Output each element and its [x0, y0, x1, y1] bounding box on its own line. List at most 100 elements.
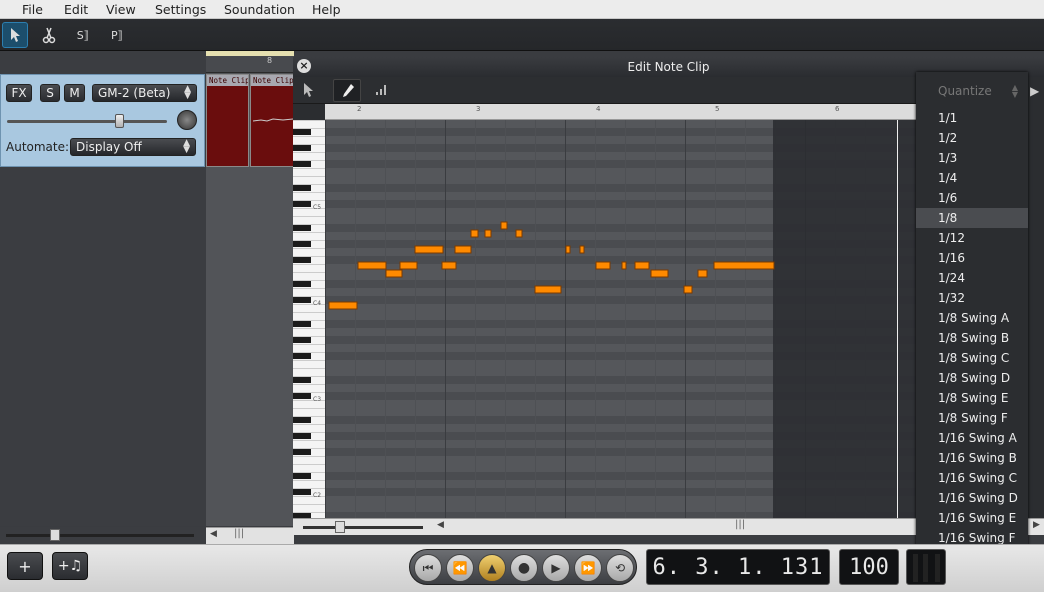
midi-note[interactable]: [634, 261, 650, 270]
midi-note[interactable]: [595, 261, 611, 270]
loop-button[interactable]: ⟲: [606, 554, 634, 582]
tempo-display[interactable]: 100: [839, 549, 899, 585]
quantize-option[interactable]: 1/8 Swing C: [916, 348, 1028, 368]
fast-forward-button[interactable]: ⏩: [574, 554, 602, 582]
quantize-option[interactable]: 1/12: [916, 228, 1028, 248]
black-key[interactable]: [293, 377, 311, 383]
black-key[interactable]: [293, 185, 311, 191]
midi-note[interactable]: [399, 261, 418, 270]
metronome-button[interactable]: ▲: [478, 554, 506, 582]
midi-note[interactable]: [454, 245, 472, 254]
quantize-option[interactable]: 1/32: [916, 288, 1028, 308]
instrument-select[interactable]: GM-2 (Beta) ▲ ▼: [92, 84, 197, 102]
quantize-option[interactable]: 1/8: [916, 208, 1028, 228]
midi-note[interactable]: [414, 245, 444, 254]
note-clip[interactable]: Note Clip: [206, 74, 249, 167]
quantize-option[interactable]: 1/2: [916, 128, 1028, 148]
scroll-left-icon[interactable]: ◀: [210, 529, 217, 539]
split-tool-button[interactable]: S⟧: [70, 22, 96, 48]
menu-view[interactable]: View: [106, 0, 136, 19]
black-key[interactable]: [293, 449, 311, 455]
midi-note[interactable]: [328, 301, 358, 310]
midi-note[interactable]: [484, 229, 492, 238]
quantize-option[interactable]: 1/6: [916, 188, 1028, 208]
quantize-option[interactable]: 1/3: [916, 148, 1028, 168]
midi-note[interactable]: [385, 269, 403, 278]
midi-note[interactable]: [565, 245, 571, 254]
black-key[interactable]: [293, 433, 311, 439]
velocity-tool-button[interactable]: [375, 82, 395, 100]
midi-note[interactable]: [579, 245, 585, 254]
play-clip-icon[interactable]: ▶: [1030, 84, 1044, 100]
razor-tool-button[interactable]: [36, 22, 62, 48]
midi-note[interactable]: [683, 285, 693, 294]
quantize-option[interactable]: 1/8 Swing D: [916, 368, 1028, 388]
select-tool-button[interactable]: [301, 82, 323, 100]
automate-select[interactable]: Display Off ▲ ▼: [70, 138, 196, 156]
midi-note[interactable]: [515, 229, 523, 238]
quantize-option[interactable]: 1/16: [916, 248, 1028, 268]
arrangement-ruler[interactable]: 8: [206, 51, 294, 73]
play-button[interactable]: ▶: [542, 554, 570, 582]
midi-note[interactable]: [650, 269, 669, 278]
pencil-tool-button[interactable]: [333, 79, 361, 102]
menu-settings[interactable]: Settings: [155, 0, 206, 19]
go-to-start-button[interactable]: ⏮: [414, 554, 442, 582]
quantize-option[interactable]: 1/1: [916, 108, 1028, 128]
quantize-option[interactable]: 1/16 Swing C: [916, 468, 1028, 488]
black-key[interactable]: [293, 353, 311, 359]
quantize-option[interactable]: 1/4: [916, 168, 1028, 188]
quantize-option[interactable]: 1/16 Swing D: [916, 488, 1028, 508]
quantize-option[interactable]: 1/16 Swing E: [916, 508, 1028, 528]
quantize-option[interactable]: 1/24: [916, 268, 1028, 288]
midi-note[interactable]: [470, 229, 479, 238]
mute-button[interactable]: M: [64, 84, 85, 102]
quantize-option[interactable]: 1/16 Swing B: [916, 448, 1028, 468]
midi-note[interactable]: [713, 261, 775, 270]
menu-edit[interactable]: Edit: [64, 0, 88, 19]
menu-help[interactable]: Help: [312, 0, 341, 19]
arrangement-hscroll[interactable]: ◀ |||: [206, 527, 294, 544]
volume-slider-handle[interactable]: [115, 114, 124, 128]
black-key[interactable]: [293, 321, 311, 327]
menu-file[interactable]: File: [22, 0, 43, 19]
black-key[interactable]: [293, 473, 311, 479]
quantize-option[interactable]: 1/8 Swing E: [916, 388, 1028, 408]
black-key[interactable]: [293, 129, 311, 135]
black-key[interactable]: [293, 201, 311, 207]
black-key[interactable]: [293, 393, 311, 399]
close-button[interactable]: ×: [297, 59, 311, 73]
black-key[interactable]: [293, 161, 311, 167]
record-button[interactable]: ●: [510, 554, 538, 582]
black-key[interactable]: [293, 337, 311, 343]
position-display[interactable]: 6. 3. 1. 131: [646, 549, 830, 585]
midi-note[interactable]: [697, 269, 708, 278]
quantize-option[interactable]: 1/8 Swing B: [916, 328, 1028, 348]
fx-button[interactable]: FX: [6, 84, 32, 102]
black-key[interactable]: [293, 241, 311, 247]
editor-ruler[interactable]: 2 3 4 5 6: [325, 104, 916, 120]
solo-button[interactable]: S: [40, 84, 60, 102]
midi-note[interactable]: [357, 261, 387, 270]
midi-note[interactable]: [500, 221, 508, 230]
black-key[interactable]: [293, 297, 311, 303]
add-instrument-button[interactable]: +♫: [52, 552, 88, 580]
midi-note[interactable]: [441, 261, 457, 270]
quantize-option[interactable]: 1/16 Swing A: [916, 428, 1028, 448]
black-key[interactable]: [293, 145, 311, 151]
editor-zoom-handle[interactable]: [335, 521, 345, 533]
black-key[interactable]: [293, 225, 311, 231]
zoom-handle[interactable]: [50, 529, 60, 541]
quantize-select[interactable]: Quantize ▲ ▼: [916, 80, 1028, 102]
scroll-right-icon[interactable]: ▶: [1033, 520, 1040, 530]
rewind-button[interactable]: ⏪: [446, 554, 474, 582]
quantize-option[interactable]: 1/8 Swing F: [916, 408, 1028, 428]
black-key[interactable]: [293, 489, 311, 495]
paste-tool-button[interactable]: P⟧: [104, 22, 130, 48]
menu-soundation[interactable]: Soundation: [224, 0, 295, 19]
black-key[interactable]: [293, 257, 311, 263]
pan-knob[interactable]: [177, 110, 197, 130]
black-key[interactable]: [293, 417, 311, 423]
add-track-button[interactable]: +: [7, 552, 43, 580]
piano-roll-grid[interactable]: [325, 120, 916, 518]
